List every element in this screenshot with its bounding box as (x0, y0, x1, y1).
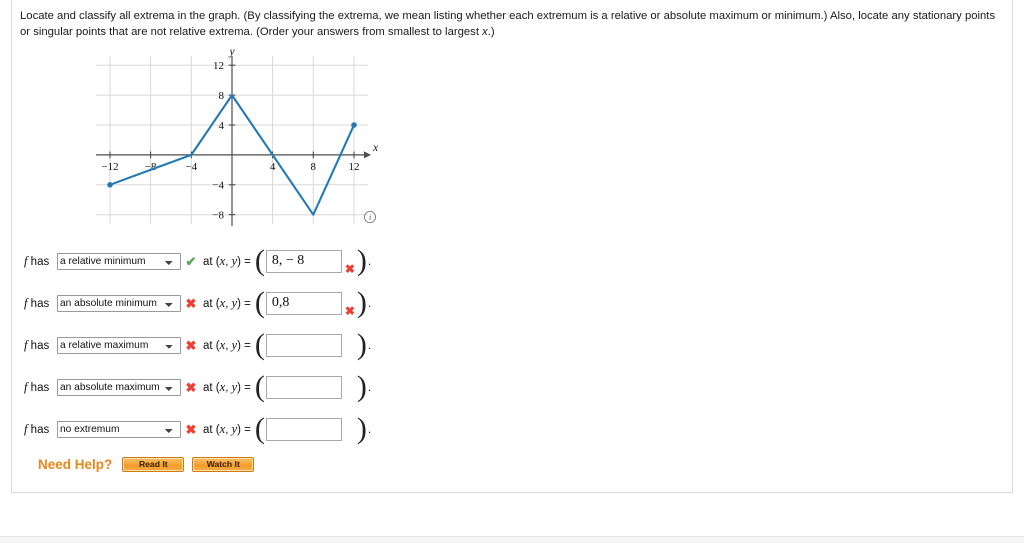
ytick-4: 4 (219, 120, 225, 132)
xtick-12: 12 (349, 161, 360, 173)
row-period-4: . (367, 380, 372, 394)
close-paren-5: ) (356, 411, 367, 445)
x-axis-arrow (364, 151, 371, 159)
ytick-12: 12 (213, 60, 224, 72)
classifier-mark-wrong-4: ✖ (185, 379, 197, 395)
x-axis-label: x (372, 142, 379, 154)
at-label-2: at (x, y) = (203, 295, 251, 310)
close-paren-3: ) (356, 327, 367, 361)
coordinate-input-2[interactable] (265, 291, 342, 315)
read-it-button[interactable]: Read It (122, 457, 185, 472)
answer-rows: f has a relative minimum ✔ at (x, y) = (… (24, 240, 444, 450)
close-paren-1: ) (356, 243, 367, 277)
ytick--4: −4 (212, 180, 224, 192)
page-bottom-strip (0, 536, 1024, 543)
classifier-mark-wrong-2: ✖ (185, 295, 197, 311)
close-paren-4: ) (356, 369, 367, 403)
need-help-section: Need Help? Read It Watch It (38, 457, 262, 472)
at-label-1: at (x, y) = (203, 253, 251, 268)
need-help-label: Need Help? (38, 457, 113, 472)
question-card: Locate and classify all extrema in the g… (11, 0, 1013, 493)
endpoint-marker-left (107, 182, 113, 188)
xtick--4: −4 (185, 161, 197, 173)
coordinate-input-3[interactable] (265, 333, 342, 357)
at-label-5: at (x, y) = (203, 421, 251, 436)
prompt-line-2a: singular points that are not relative ex… (33, 26, 483, 38)
endpoint-marker-right (351, 122, 357, 128)
answer-row: f has no extremum ✖ at (x, y) = ( ) . (24, 408, 444, 450)
answer-row: f has a relative maximum ✖ at (x, y) = (… (24, 324, 444, 366)
answer-row: f has a relative minimum ✔ at (x, y) = (… (24, 240, 444, 282)
classifier-select-5[interactable]: no extremum (57, 420, 181, 438)
xtick-4: 4 (270, 161, 276, 173)
watch-it-button[interactable]: Watch It (192, 457, 255, 472)
row-prefix: f has (24, 421, 50, 436)
row-period-2: . (367, 296, 372, 310)
graph-svg: −12 −8 −4 4 8 12 12 8 4 −4 −8 x y (96, 48, 379, 226)
open-paren-1: ( (254, 243, 265, 277)
classifier-mark-wrong-3: ✖ (185, 337, 197, 353)
xtick--12: −12 (101, 161, 118, 173)
classifier-mark-wrong-5: ✖ (185, 421, 197, 437)
row-prefix: f has (24, 295, 50, 310)
svg-text:i: i (369, 213, 372, 222)
open-paren-2: ( (254, 285, 265, 319)
row-period-5: . (367, 422, 372, 436)
open-paren-3: ( (254, 327, 265, 361)
row-prefix: f has (24, 253, 50, 268)
at-label-4: at (x, y) = (203, 379, 251, 394)
open-paren-5: ( (254, 411, 265, 445)
classifier-select-3[interactable]: a relative maximum (57, 336, 181, 354)
xtick-8: 8 (311, 161, 317, 173)
function-graph: −12 −8 −4 4 8 12 12 8 4 −4 −8 x y i (80, 48, 380, 233)
coordinate-input-4[interactable] (265, 375, 342, 399)
close-paren-2: ) (356, 285, 367, 319)
classifier-mark-correct-1: ✔ (185, 253, 197, 269)
prompt-line-2b: .) (487, 26, 495, 38)
open-paren-4: ( (254, 369, 265, 403)
classifier-select-4[interactable]: an absolute maximum (57, 378, 181, 396)
ytick-8: 8 (219, 90, 225, 102)
value-mark-wrong-2: ✖ (344, 304, 355, 318)
row-prefix: f has (24, 337, 50, 352)
classifier-select-2[interactable]: an absolute minimum (57, 294, 181, 312)
answer-row: f has an absolute maximum ✖ at (x, y) = … (24, 366, 444, 408)
coordinate-input-1[interactable] (265, 249, 342, 273)
coordinate-input-5[interactable] (265, 417, 342, 441)
ytick--8: −8 (212, 210, 224, 222)
info-icon[interactable]: i (363, 210, 377, 224)
question-prompt: Locate and classify all extrema in the g… (20, 8, 1008, 40)
row-period-3: . (367, 338, 372, 352)
row-period-1: . (367, 254, 372, 268)
value-mark-wrong-1: ✖ (344, 262, 355, 276)
answer-row: f has an absolute minimum ✖ at (x, y) = … (24, 282, 444, 324)
y-axis-label: y (228, 48, 235, 58)
at-label-3: at (x, y) = (203, 337, 251, 352)
page-root: Locate and classify all extrema in the g… (0, 0, 1024, 543)
classifier-select-1[interactable]: a relative minimum (57, 252, 181, 270)
axes (96, 56, 364, 226)
row-prefix: f has (24, 379, 50, 394)
